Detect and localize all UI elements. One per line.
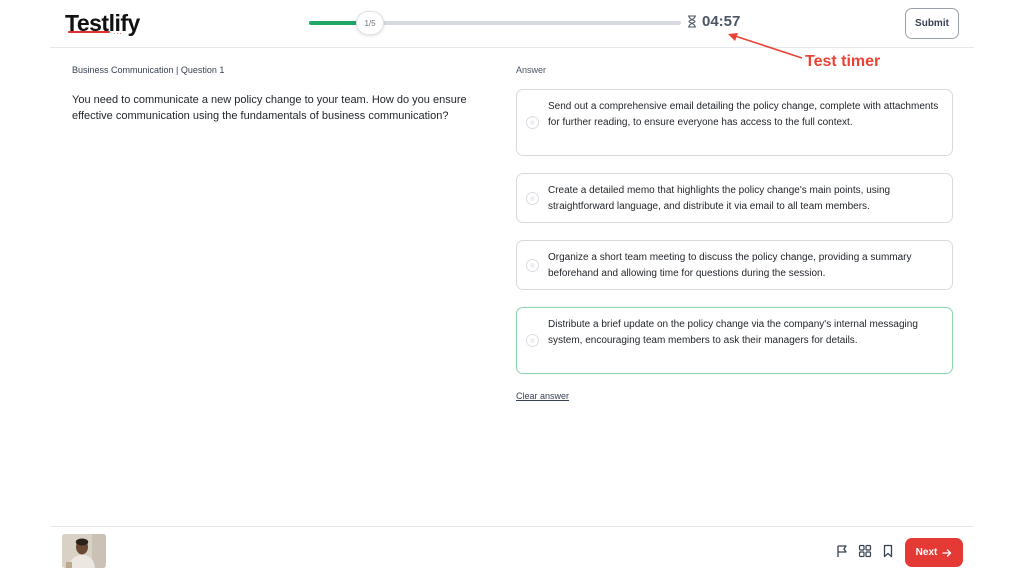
flag-icon[interactable] [835, 544, 849, 558]
hourglass-icon [688, 15, 696, 28]
question-meta: Business Communication | Question 1 [72, 65, 225, 75]
next-button-label: Next [915, 547, 938, 558]
webcam-preview [62, 534, 106, 568]
logo-dots: ... [113, 27, 123, 36]
annotation-label: Test timer [805, 53, 881, 70]
option-text: Organize a short team meeting to discuss… [548, 252, 912, 279]
clear-answer-link[interactable]: Clear answer [516, 391, 569, 401]
answer-option-2[interactable]: Create a detailed memo that highlights t… [516, 173, 953, 223]
answer-option-3[interactable]: Organize a short team meeting to discuss… [516, 240, 953, 290]
next-button[interactable]: Next [905, 538, 963, 567]
option-text: Distribute a brief update on the policy … [548, 319, 918, 346]
header: Testlify ... 1/5 04:57 Submit [50, 0, 974, 48]
footer: Next [50, 526, 974, 576]
radio-button[interactable] [526, 334, 539, 347]
logo-underline [68, 31, 110, 33]
answer-label: Answer [516, 65, 547, 75]
radio-button[interactable] [526, 116, 539, 129]
option-text: Create a detailed memo that highlights t… [548, 185, 891, 212]
annotation-arrow [728, 33, 803, 59]
question-text: You need to communicate a new policy cha… [72, 94, 467, 122]
grid-icon[interactable] [858, 544, 872, 558]
arrow-right-icon [942, 548, 952, 557]
webcam-image [62, 534, 106, 568]
progress-fill [309, 21, 358, 25]
bookmark-icon[interactable] [881, 544, 895, 558]
radio-button[interactable] [526, 259, 539, 272]
progress-counter: 1/5 [356, 11, 384, 35]
radio-button[interactable] [526, 192, 539, 205]
submit-button[interactable]: Submit [905, 8, 959, 39]
option-text: Send out a comprehensive email detailing… [548, 101, 939, 128]
answer-option-4[interactable]: Distribute a brief update on the policy … [516, 307, 953, 374]
answer-option-1[interactable]: Send out a comprehensive email detailing… [516, 89, 953, 156]
